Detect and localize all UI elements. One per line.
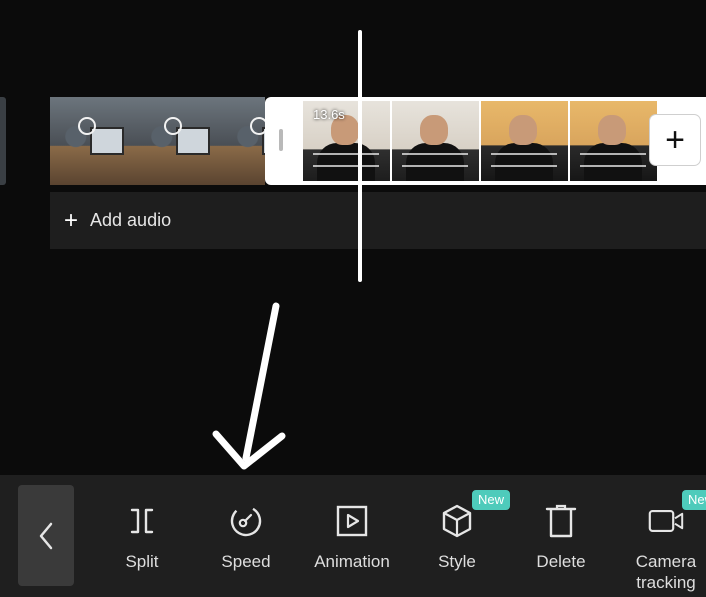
delete-button[interactable]: Delete [531, 475, 591, 597]
bottom-toolbar: Split Speed Animation Style New Delete C… [0, 475, 706, 597]
speed-label: Speed [221, 552, 271, 571]
previous-clip-edge[interactable] [0, 97, 6, 185]
split-button[interactable]: Split [112, 475, 172, 597]
clip-duration-label: 13.6s [313, 107, 345, 122]
clip-trim-handle[interactable] [279, 129, 283, 151]
camera-icon [648, 503, 684, 539]
style-label: Style [438, 552, 476, 571]
clip-thumbnail [136, 97, 222, 185]
clip-thumbnail [392, 101, 479, 181]
animation-button[interactable]: Animation [307, 475, 397, 597]
delete-label: Delete [536, 552, 586, 571]
playhead[interactable] [358, 30, 362, 282]
clip-thumbnail [570, 101, 657, 181]
plus-icon: + [64, 206, 79, 234]
annotation-arrow-icon [212, 302, 286, 470]
plus-icon: + [665, 121, 685, 159]
chevron-left-icon [39, 522, 53, 549]
timeline-area: 13.6s + + Add audio [0, 0, 706, 475]
new-badge: New [682, 490, 706, 510]
new-badge: New [472, 490, 511, 510]
camera-tracking-label: Camera tracking [635, 552, 697, 592]
animation-label: Animation [314, 552, 390, 571]
add-audio-track[interactable]: + Add audio [50, 192, 706, 249]
cube-icon [439, 503, 475, 539]
add-clip-button[interactable]: + [650, 115, 700, 165]
animation-icon [334, 503, 370, 539]
clip-thumbnail [222, 97, 265, 185]
selected-video-clip[interactable]: 13.6s [265, 97, 706, 185]
add-audio-label: Add audio [90, 210, 172, 230]
clip-frames [303, 101, 706, 181]
clip-thumbnail [481, 101, 568, 181]
split-label: Split [125, 552, 159, 571]
speed-icon [228, 503, 264, 539]
video-clip-left[interactable] [50, 97, 265, 185]
back-button[interactable] [18, 485, 74, 586]
trash-icon [543, 503, 579, 539]
split-icon [124, 503, 160, 539]
clip-thumbnail [50, 97, 136, 185]
speed-button[interactable]: Speed [212, 475, 280, 597]
